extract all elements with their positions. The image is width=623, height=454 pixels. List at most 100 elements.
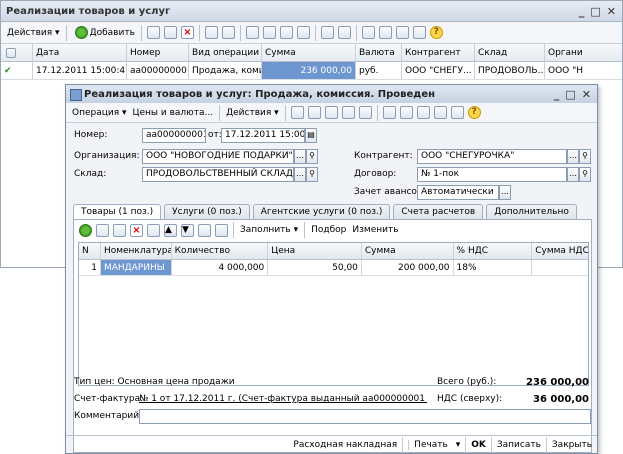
col-sum[interactable]: Сумма: [362, 243, 454, 259]
select-dots-icon[interactable]: …: [499, 185, 511, 200]
col-qty[interactable]: Количество: [172, 243, 269, 259]
print-menu[interactable]: Печать ▾: [402, 436, 465, 453]
search-icon[interactable]: ⚲: [579, 149, 591, 164]
advance-label: Зачет авансов:: [354, 187, 426, 197]
sort-asc-icon[interactable]: [198, 223, 211, 237]
move-icon[interactable]: [433, 106, 447, 119]
select-dots-icon[interactable]: …: [294, 167, 306, 182]
waybill-button[interactable]: Расходная накладная: [288, 437, 402, 453]
dt-kt-icon[interactable]: [378, 26, 392, 39]
post-icon[interactable]: [324, 106, 338, 119]
col-counterparty[interactable]: Контрагент: [402, 44, 475, 61]
warehouse-field[interactable]: ПРОДОВОЛЬСТВЕННЫЙ СКЛАД: [142, 167, 294, 182]
filter-menu-icon[interactable]: [279, 26, 293, 39]
edit-icon[interactable]: [163, 26, 177, 39]
prices-button[interactable]: Цены и валюта...: [130, 104, 217, 122]
save-button[interactable]: Записать: [490, 436, 546, 453]
filter-icon[interactable]: [245, 26, 259, 39]
edit-row-icon[interactable]: [113, 223, 126, 237]
date-field[interactable]: 17.12.2011 15:00:41: [221, 128, 305, 143]
col-currency[interactable]: Валюта: [356, 44, 402, 61]
search-icon[interactable]: ⚲: [579, 167, 591, 182]
delete-icon[interactable]: ×: [180, 26, 194, 39]
structure-icon[interactable]: [395, 26, 409, 39]
select-dots-icon[interactable]: …: [294, 149, 306, 164]
table-row[interactable]: 1 МАНДАРИНЫ 4 000,000 50,00 200 000,00 1…: [79, 260, 588, 276]
close-icon[interactable]: ✕: [607, 5, 616, 18]
copy-icon[interactable]: [146, 26, 160, 39]
close-button[interactable]: Закрыть: [545, 436, 597, 453]
filter-off-icon[interactable]: [296, 26, 310, 39]
actions-menu[interactable]: Действия ▾: [4, 24, 63, 42]
calendar-icon[interactable]: ▤: [305, 128, 317, 143]
status-col-header[interactable]: [1, 44, 33, 61]
tab-accounts[interactable]: Счета расчетов: [393, 204, 484, 220]
move-down-icon[interactable]: ▼: [181, 223, 194, 237]
print-icon[interactable]: [361, 26, 375, 39]
delete-row-icon[interactable]: ×: [130, 223, 143, 237]
col-org[interactable]: Органи: [545, 44, 622, 61]
select-dots-icon[interactable]: …: [567, 149, 579, 164]
operation-menu[interactable]: Операция ▾: [69, 104, 130, 122]
unpost-icon[interactable]: [341, 106, 355, 119]
invoice-link[interactable]: № 1 от 17.12.2011 г. (Счет-фактура выдан…: [139, 392, 427, 407]
fill-menu[interactable]: Заполнить ▾: [237, 221, 301, 239]
maximize-icon[interactable]: □: [565, 88, 575, 101]
dt-kt-icon[interactable]: [399, 106, 413, 119]
col-date[interactable]: Дата: [33, 44, 127, 61]
col-vat-sum[interactable]: Сумма НДС: [532, 243, 588, 259]
minimize-icon[interactable]: _: [554, 88, 560, 101]
filter-list-icon[interactable]: [262, 26, 276, 39]
help-icon[interactable]: ?: [467, 106, 481, 119]
minimize-icon[interactable]: _: [579, 5, 585, 18]
col-operation[interactable]: Вид операции: [189, 44, 262, 61]
ok-button[interactable]: OK: [465, 436, 491, 453]
advance-field[interactable]: Автоматически: [417, 185, 499, 200]
refresh-icon[interactable]: [337, 26, 351, 39]
save-icon[interactable]: [307, 106, 321, 119]
find-icon[interactable]: [221, 26, 235, 39]
table-row[interactable]: ✔ 17.12.2011 15:00:41 аа000000001 Продаж…: [1, 62, 622, 80]
doc-actions-menu[interactable]: Действия ▾: [223, 104, 282, 122]
col-price[interactable]: Цена: [268, 243, 362, 259]
grid-header: N Номенклатура Количество Цена Сумма % Н…: [79, 243, 588, 260]
change-button[interactable]: Изменить: [349, 221, 401, 239]
based-on-icon[interactable]: [358, 106, 372, 119]
copy-row-icon[interactable]: [96, 223, 109, 237]
report-icon[interactable]: [416, 106, 430, 119]
col-vat[interactable]: % НДС: [454, 243, 533, 259]
col-number[interactable]: Номер: [127, 44, 189, 61]
add-button[interactable]: Добавить: [70, 24, 138, 42]
col-item[interactable]: Номенклатура: [101, 243, 172, 259]
contract-field[interactable]: № 1-пок: [417, 167, 567, 182]
col-sum[interactable]: Сумма: [262, 44, 356, 61]
help-icon[interactable]: ?: [429, 26, 443, 39]
comment-field[interactable]: [139, 409, 591, 424]
maximize-icon[interactable]: □: [590, 5, 600, 18]
journal-title: Реализации товаров и услуг: [6, 5, 171, 17]
select-dots-icon[interactable]: …: [567, 167, 579, 182]
post-icon[interactable]: [320, 26, 334, 39]
add-row-icon[interactable]: [79, 223, 92, 237]
search-icon[interactable]: ⚲: [306, 149, 318, 164]
col-warehouse[interactable]: Склад: [475, 44, 545, 61]
select-button[interactable]: Подбор: [308, 221, 349, 239]
vat-label: НДС (сверху):: [437, 394, 503, 404]
close-icon[interactable]: ✕: [582, 88, 591, 101]
list-settings-icon[interactable]: [412, 26, 426, 39]
tab-services[interactable]: Услуги (0 поз.): [164, 204, 250, 220]
org-field[interactable]: ООО "НОВОГОДНИЕ ПОДАРКИ": [142, 149, 294, 164]
interval-icon[interactable]: [204, 26, 218, 39]
post-close-icon[interactable]: [290, 106, 304, 119]
list-settings-icon[interactable]: [450, 106, 464, 119]
end-edit-icon[interactable]: [147, 223, 160, 237]
search-icon[interactable]: ⚲: [306, 167, 318, 182]
move-up-icon[interactable]: ▲: [164, 223, 177, 237]
structure-icon[interactable]: [382, 106, 396, 119]
sort-desc-icon[interactable]: [215, 223, 228, 237]
tab-agent-services[interactable]: Агентские услуги (0 поз.): [252, 204, 391, 220]
tab-additional[interactable]: Дополнительно: [486, 204, 577, 220]
number-field[interactable]: аа000000001: [142, 128, 206, 143]
counterparty-field[interactable]: ООО "СНЕГУРОЧКА": [417, 149, 567, 164]
col-n[interactable]: N: [79, 243, 101, 259]
